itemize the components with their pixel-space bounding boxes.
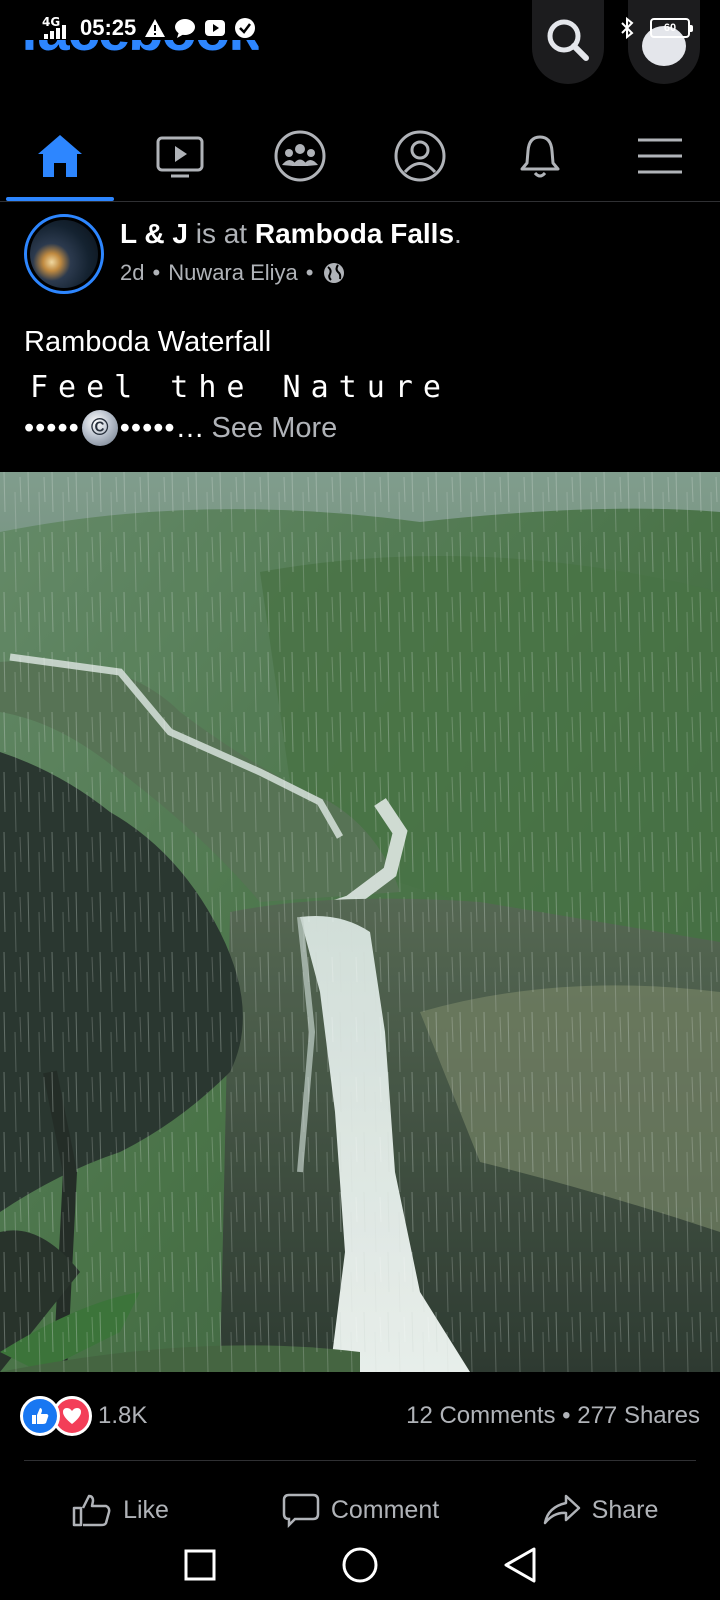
back-button[interactable] (490, 1535, 550, 1595)
like-reaction-icon (20, 1396, 60, 1436)
post-age[interactable]: 2d (120, 260, 144, 286)
post-text-truncated: ••••• © •••••… See More (24, 410, 337, 446)
check-badge-icon (234, 17, 256, 39)
triangle-back-icon (504, 1547, 536, 1583)
youtube-icon (204, 17, 226, 39)
avatar-image (30, 220, 98, 288)
waterfall-photo (0, 472, 720, 1372)
square-icon (184, 1549, 216, 1581)
comment-icon (282, 1493, 320, 1528)
location-link[interactable]: Ramboda Falls (255, 218, 454, 249)
post-header: L & J is at Ramboda Falls. 2d • Nuwara E… (24, 214, 462, 294)
chat-bubble-icon (174, 17, 196, 39)
groups-icon (274, 130, 326, 181)
tab-home[interactable] (0, 110, 120, 201)
reaction-icons[interactable] (20, 1396, 92, 1436)
recents-button[interactable] (170, 1535, 230, 1595)
tab-menu[interactable] (600, 110, 720, 201)
comment-label: Comment (330, 1495, 440, 1524)
like-label: Like (123, 1495, 169, 1524)
reactions-bar: 1.8K 12 Comments • 277 Shares (20, 1396, 700, 1436)
system-nav-bar (0, 1530, 720, 1600)
globe-icon (323, 263, 344, 283)
video-icon (156, 136, 204, 177)
comments-count[interactable]: 12 Comments (406, 1402, 555, 1429)
tab-profile[interactable] (360, 110, 480, 201)
post-meta: 2d • Nuwara Eliya • (120, 260, 462, 286)
home-button[interactable] (330, 1535, 390, 1595)
home-icon (38, 134, 82, 177)
bell-icon (520, 135, 560, 177)
signal-indicator: 4G (40, 15, 72, 41)
battery-indicator: 60 (650, 18, 693, 38)
reaction-count[interactable]: 1.8K (98, 1402, 147, 1430)
tab-groups[interactable] (240, 110, 360, 201)
clock: 05:25 (80, 15, 137, 40)
tab-watch[interactable] (120, 110, 240, 201)
author-name[interactable]: L & J (120, 218, 188, 249)
post-author-line: L & J is at Ramboda Falls. (120, 218, 462, 249)
post-photo[interactable] (0, 472, 720, 1372)
post-stats: 12 Comments • 277 Shares (406, 1402, 700, 1429)
share-icon (543, 1494, 580, 1525)
author-avatar[interactable] (24, 214, 104, 294)
bluetooth-icon (616, 16, 638, 40)
menu-icon (638, 138, 682, 173)
status-bar: 4G 05:25 60 (0, 0, 720, 56)
copyright-icon: © (81, 410, 118, 446)
profile-icon (394, 130, 446, 181)
divider (24, 1460, 696, 1461)
circle-icon (342, 1547, 378, 1583)
nav-tabs (0, 110, 720, 202)
warning-icon (144, 17, 166, 39)
post-subtitle: Feel the Nature (30, 370, 451, 405)
shares-count[interactable]: 277 Shares (577, 1402, 700, 1429)
tab-notifications[interactable] (480, 110, 600, 201)
post-title: Ramboda Waterfall (24, 326, 272, 358)
post-place[interactable]: Nuwara Eliya (168, 260, 298, 286)
checkin-connector: is at (187, 218, 255, 249)
share-label: Share (591, 1495, 659, 1524)
see-more-link[interactable]: See More (212, 412, 338, 445)
thumbs-up-icon (72, 1494, 111, 1527)
